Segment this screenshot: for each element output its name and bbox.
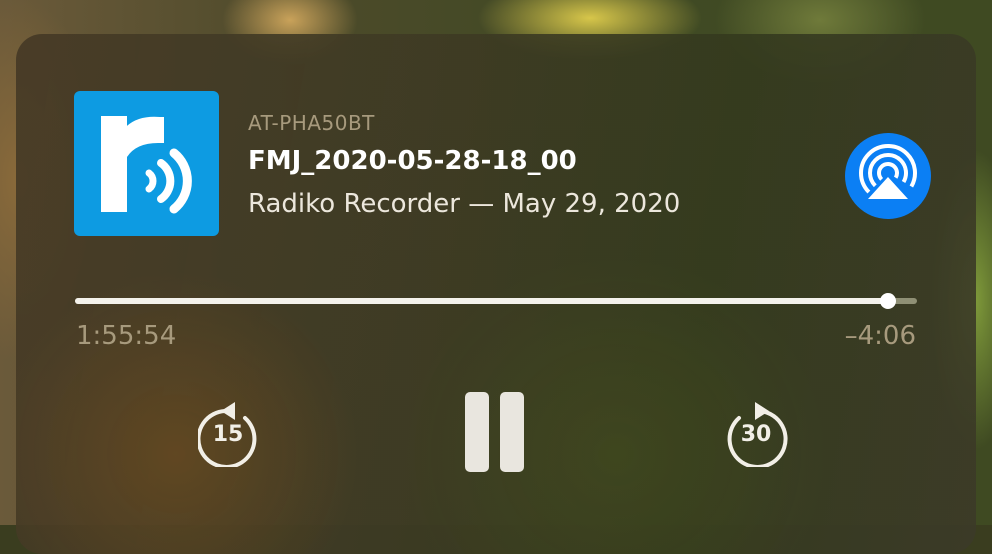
track-title: FMJ_2020-05-28-18_00 bbox=[248, 146, 577, 176]
skip-forward-label: 30 bbox=[740, 422, 772, 447]
output-device-name: AT-PHA50BT bbox=[248, 111, 375, 135]
scrubber-knob[interactable] bbox=[880, 293, 897, 309]
remaining-time: –4:06 bbox=[844, 321, 916, 351]
skip-back-button[interactable]: 15 bbox=[196, 397, 264, 469]
progress-fill bbox=[75, 298, 889, 304]
radiko-logo-icon bbox=[101, 116, 192, 214]
airplay-button[interactable] bbox=[845, 133, 931, 219]
now-playing-card: AT-PHA50BT FMJ_2020-05-28-18_00 Radiko R… bbox=[16, 34, 976, 554]
elapsed-time: 1:55:54 bbox=[76, 321, 177, 351]
pause-button[interactable] bbox=[465, 392, 525, 472]
skip-back-label: 15 bbox=[212, 422, 244, 447]
skip-forward-button[interactable]: 30 bbox=[726, 397, 792, 469]
progress-scrubber[interactable] bbox=[75, 293, 917, 309]
airplay-icon bbox=[859, 143, 917, 202]
album-artwork[interactable] bbox=[74, 91, 219, 236]
track-subtitle: Radiko Recorder — May 29, 2020 bbox=[248, 189, 681, 219]
